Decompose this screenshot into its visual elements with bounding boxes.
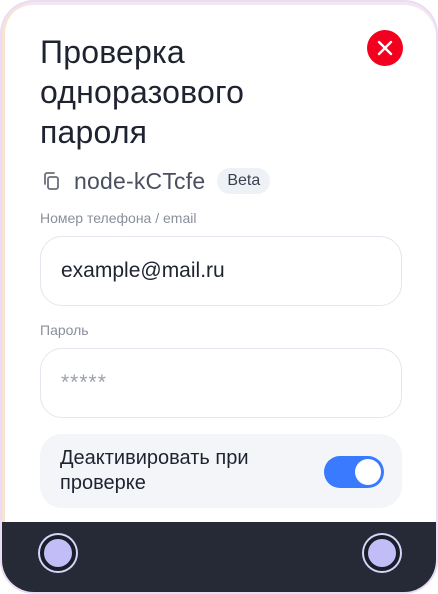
left-handle[interactable] <box>40 535 76 571</box>
copy-icon[interactable] <box>42 171 62 191</box>
password-label: Пароль <box>40 322 89 338</box>
close-icon <box>377 40 393 56</box>
node-id: node-kCTcfe <box>74 167 206 194</box>
beta-badge: Beta <box>217 168 271 194</box>
password-input[interactable]: ***** <box>40 348 402 418</box>
dialog-title: Проверка одноразового пароля <box>40 34 245 150</box>
switch-knob <box>355 459 381 485</box>
deactivate-switch[interactable] <box>324 456 384 488</box>
footer-bar <box>2 522 436 592</box>
deactivate-label: Деактивировать при проверке <box>60 447 249 494</box>
close-button[interactable] <box>367 30 403 66</box>
login-value: example@mail.ru <box>61 259 225 282</box>
right-handle[interactable] <box>364 535 400 571</box>
password-placeholder: ***** <box>61 371 107 394</box>
login-input[interactable]: example@mail.ru <box>40 236 402 306</box>
otp-dialog: Проверка одноразового пароля node-kCTcfe… <box>0 0 438 594</box>
deactivate-toggle-row: Деактивировать при проверке <box>40 434 402 508</box>
node-info-row: node-kCTcfe Beta <box>42 166 271 196</box>
login-label: Номер телефона / email <box>40 210 197 226</box>
